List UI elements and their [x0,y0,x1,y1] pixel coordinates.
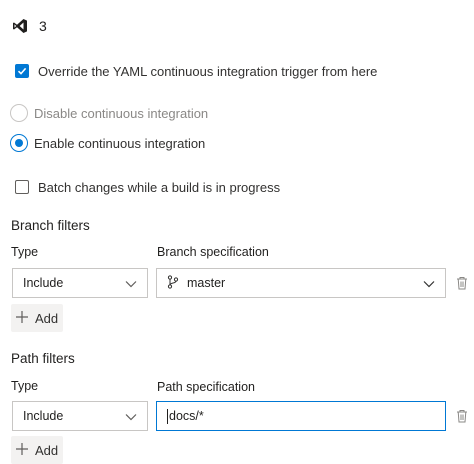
visual-studio-icon [12,18,28,34]
path-type-dropdown[interactable]: Include [12,401,148,431]
enable-ci-radio[interactable]: Enable continuous integration [10,134,205,152]
branch-spec-dropdown[interactable]: master [156,268,446,298]
branch-type-dropdown[interactable]: Include [12,268,148,298]
delete-branch-filter-trash-icon[interactable] [455,275,469,291]
path-spec-input[interactable]: docs/* [156,401,446,431]
add-branch-filter-button[interactable]: Add [11,304,63,332]
chevron-down-icon [423,276,435,291]
chevron-down-icon [125,276,137,291]
branch-type-label: Type [11,245,39,259]
override-yaml-trigger-label: Override the YAML continuous integration… [38,63,378,79]
path-filters-title: Path filters [11,351,75,366]
enable-ci-label: Enable continuous integration [34,135,206,151]
pipeline-title: 3 [39,18,47,34]
branch-filters-title: Branch filters [11,218,90,233]
checkbox-checked-icon[interactable] [15,64,29,78]
override-yaml-trigger-checkbox[interactable]: Override the YAML continuous integration… [15,63,377,79]
path-type-value: Include [23,409,64,423]
batch-changes-checkbox[interactable]: Batch changes while a build is in progre… [15,179,280,195]
disable-ci-radio[interactable]: Disable continuous integration [10,104,208,122]
checkbox-unchecked-icon[interactable] [15,180,29,194]
text-caret [167,408,168,424]
git-branch-icon [167,274,179,292]
branch-spec-label: Branch specification [157,245,269,259]
path-spec-value: docs/* [169,409,204,423]
add-branch-filter-label: Add [35,310,59,326]
disable-ci-label: Disable continuous integration [34,105,209,121]
add-path-filter-button[interactable]: Add [11,436,63,464]
path-type-label: Type [11,379,39,393]
delete-path-filter-trash-icon[interactable] [455,408,469,424]
branch-type-value: Include [23,276,64,290]
path-spec-label: Path specification [157,380,255,394]
plus-icon [15,442,29,459]
radio-unselected-icon[interactable] [10,104,28,122]
branch-spec-value: master [187,276,226,290]
radio-selected-icon[interactable] [10,134,28,152]
plus-icon [15,310,29,327]
batch-changes-label: Batch changes while a build is in progre… [38,179,281,195]
add-path-filter-label: Add [35,442,59,458]
pipeline-header: 3 [12,14,47,38]
chevron-down-icon [125,409,137,424]
